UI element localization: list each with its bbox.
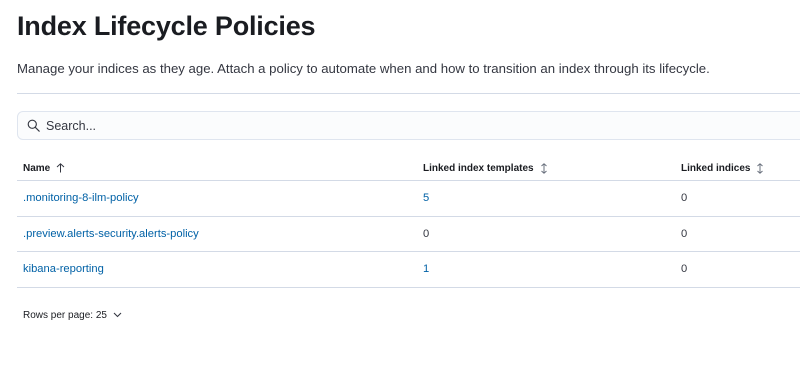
table-row: .monitoring-8-ilm-policy 5 0 xyxy=(17,181,800,217)
rows-per-page-label: Rows per page: 25 xyxy=(23,310,107,321)
search-input[interactable] xyxy=(46,118,646,133)
search-icon xyxy=(27,119,40,132)
search-bar[interactable] xyxy=(17,111,800,140)
linked-templates-count: 0 xyxy=(423,227,430,240)
page-title: Index Lifecycle Policies xyxy=(17,11,316,41)
table-row: kibana-reporting 1 0 xyxy=(17,252,800,288)
policy-name-link[interactable]: .monitoring-8-ilm-policy xyxy=(17,192,417,204)
header-divider xyxy=(17,93,800,94)
linked-templates-link[interactable]: 1 xyxy=(417,263,675,275)
linked-indices-count: 0 xyxy=(681,192,688,205)
column-header-linked-indices[interactable]: Linked indices xyxy=(675,163,800,174)
column-header-label: Name xyxy=(23,162,51,174)
policies-table: Name Linked index templates Linked indic… xyxy=(17,156,800,288)
policy-name-link[interactable]: kibana-reporting xyxy=(17,263,417,275)
table-row: .preview.alerts-security.alerts-policy 0… xyxy=(17,217,800,252)
column-header-label: Linked index templates xyxy=(423,162,534,174)
table-header: Name Linked index templates Linked indic… xyxy=(17,156,800,181)
chevron-down-icon xyxy=(113,310,122,321)
linked-templates-link[interactable]: 5 xyxy=(417,192,675,204)
linked-indices-count: 0 xyxy=(681,263,688,276)
rows-per-page-button[interactable]: Rows per page: 25 xyxy=(23,310,122,321)
page: Index Lifecycle Policies Manage your ind… xyxy=(0,0,800,367)
page-description: Manage your indices as they age. Attach … xyxy=(17,61,710,76)
column-header-name[interactable]: Name xyxy=(17,163,417,174)
linked-indices-count: 0 xyxy=(681,227,688,240)
policy-name-link[interactable]: .preview.alerts-security.alerts-policy xyxy=(17,228,417,240)
sortable-icon xyxy=(756,162,764,174)
arrow-up-icon xyxy=(56,163,65,173)
column-header-label: Linked indices xyxy=(681,162,751,174)
sortable-icon xyxy=(540,162,548,174)
column-header-linked-index-templates[interactable]: Linked index templates xyxy=(417,163,675,174)
